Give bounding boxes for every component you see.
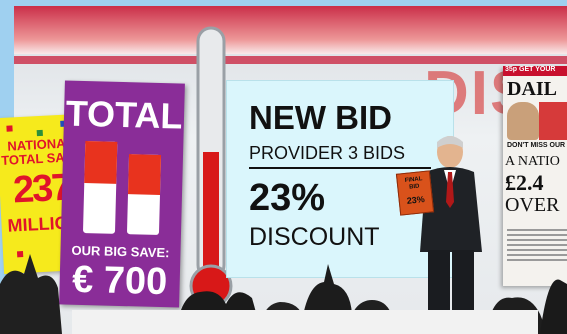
newspaper-top-strip: 35p GET YOUR <box>503 66 567 76</box>
audience-person <box>0 254 62 334</box>
lower-caption-bar <box>72 310 538 334</box>
confetti <box>36 129 43 137</box>
bar-tube-right-fill <box>127 154 162 195</box>
bar-tube-left-fill <box>84 141 118 184</box>
newspaper-photo <box>507 102 539 140</box>
newspaper-headline-3: OVER <box>505 194 560 216</box>
newspaper-headline-1: A NATIO <box>505 154 560 169</box>
bar-tube-right <box>126 154 162 235</box>
audience-person <box>540 279 567 334</box>
bar-tube-left <box>82 141 118 234</box>
bid-title: NEW BID <box>249 99 392 136</box>
placard-total-heading: TOTAL <box>65 92 183 137</box>
sign-value: 23% <box>406 194 426 206</box>
final-bid-sign: FINAL BID 23% <box>395 170 435 216</box>
stage-top-frame <box>14 6 567 54</box>
confetti <box>6 125 13 132</box>
newspaper-kicker: DON'T MISS OUR <box>507 142 566 149</box>
newspaper-promo-box <box>539 102 567 140</box>
newspaper-masthead: DAIL <box>507 78 558 100</box>
bid-subtitle: PROVIDER 3 BIDS <box>249 143 406 163</box>
sign-heading: FINAL BID <box>397 175 430 192</box>
newspaper-headline-2: £2.4 <box>505 170 544 195</box>
bid-divider <box>249 167 431 169</box>
bid-percent: 23% <box>249 177 326 219</box>
